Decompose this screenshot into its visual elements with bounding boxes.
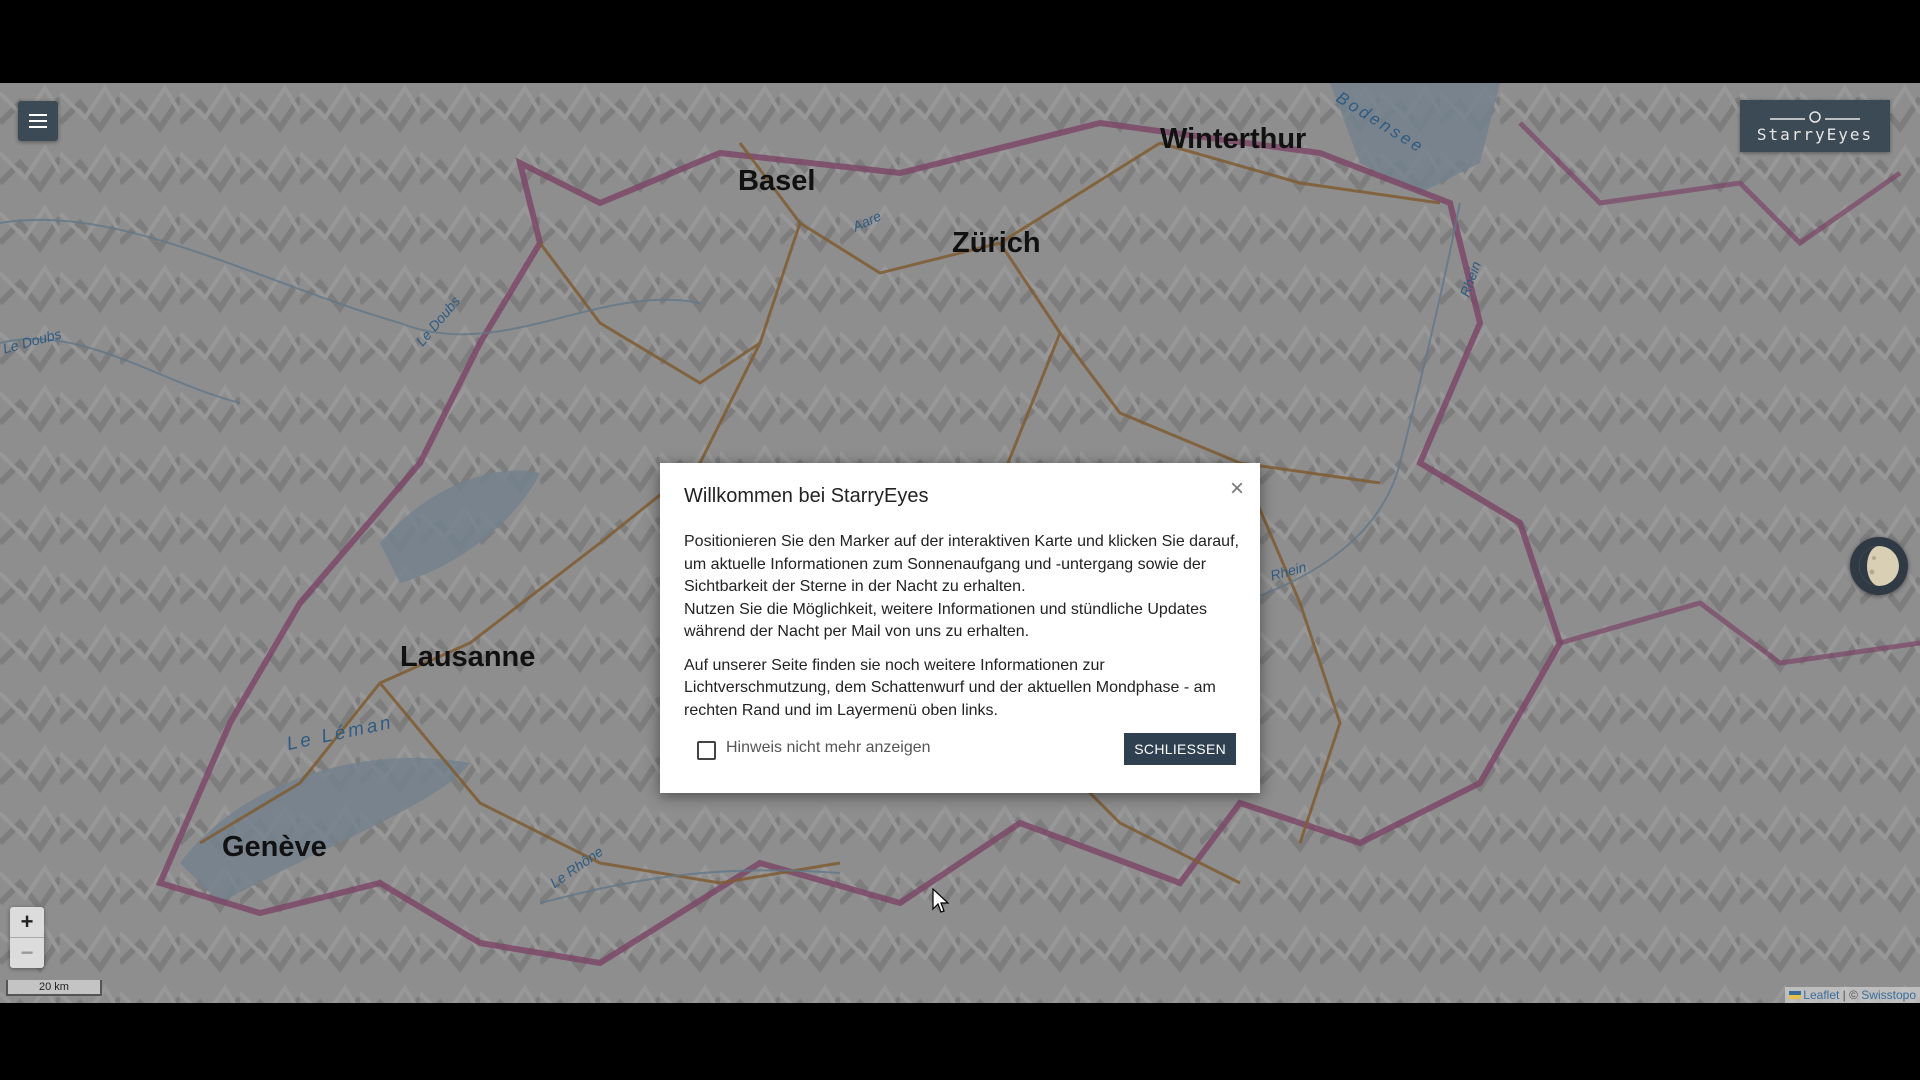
swisstopo-link[interactable]: Swisstopo	[1861, 988, 1916, 1002]
dialog-paragraph-1: Positionieren Sie den Marker auf der int…	[684, 531, 1239, 644]
close-icon[interactable]: ×	[1230, 477, 1244, 501]
star-eye-icon	[1770, 110, 1860, 123]
map-attribution: Leaflet | © Swisstopo	[1785, 987, 1920, 1003]
zoom-control: + −	[10, 907, 44, 968]
logo-text: StarryEyes	[1756, 124, 1874, 144]
attribution-separator: | ©	[1839, 988, 1862, 1002]
scale-bar: 20 km	[6, 980, 102, 996]
dont-show-again-checkbox[interactable]	[697, 741, 716, 760]
dialog-paragraph-2: Auf unserer Seite finden sie noch weiter…	[684, 656, 1216, 719]
leaflet-link[interactable]: Leaflet	[1803, 988, 1839, 1002]
hamburger-icon	[29, 114, 47, 128]
map-area[interactable]: Basel Winterthur Zürich Lausanne Genève …	[0, 83, 1920, 1003]
leaflet-flag-icon	[1789, 991, 1802, 999]
close-dialog-button[interactable]: SCHLIESSEN	[1124, 733, 1236, 765]
welcome-dialog: Willkommen bei StarryEyes × Positioniere…	[660, 463, 1260, 793]
zoom-in-button[interactable]: +	[10, 907, 44, 938]
dialog-body: Positionieren Sie den Marker auf der int…	[684, 531, 1239, 733]
dont-show-again-label[interactable]: Hinweis nicht mehr anzeigen	[726, 739, 931, 757]
layer-menu-button[interactable]	[18, 101, 58, 141]
mouse-cursor-icon	[932, 888, 950, 913]
dialog-footer: Hinweis nicht mehr anzeigen SCHLIESSEN	[684, 733, 1236, 765]
dialog-paragraph-1-line-2: Nutzen Sie die Möglichkeit, weitere Info…	[684, 600, 1207, 641]
moon-phase-icon	[1859, 546, 1899, 586]
dialog-title: Willkommen bei StarryEyes	[684, 485, 929, 507]
zoom-out-button[interactable]: −	[10, 938, 44, 968]
moon-phase-button[interactable]	[1850, 537, 1908, 595]
app-logo: StarryEyes	[1740, 100, 1890, 152]
dialog-paragraph-1-line-1: Positionieren Sie den Marker auf der int…	[684, 533, 1239, 595]
